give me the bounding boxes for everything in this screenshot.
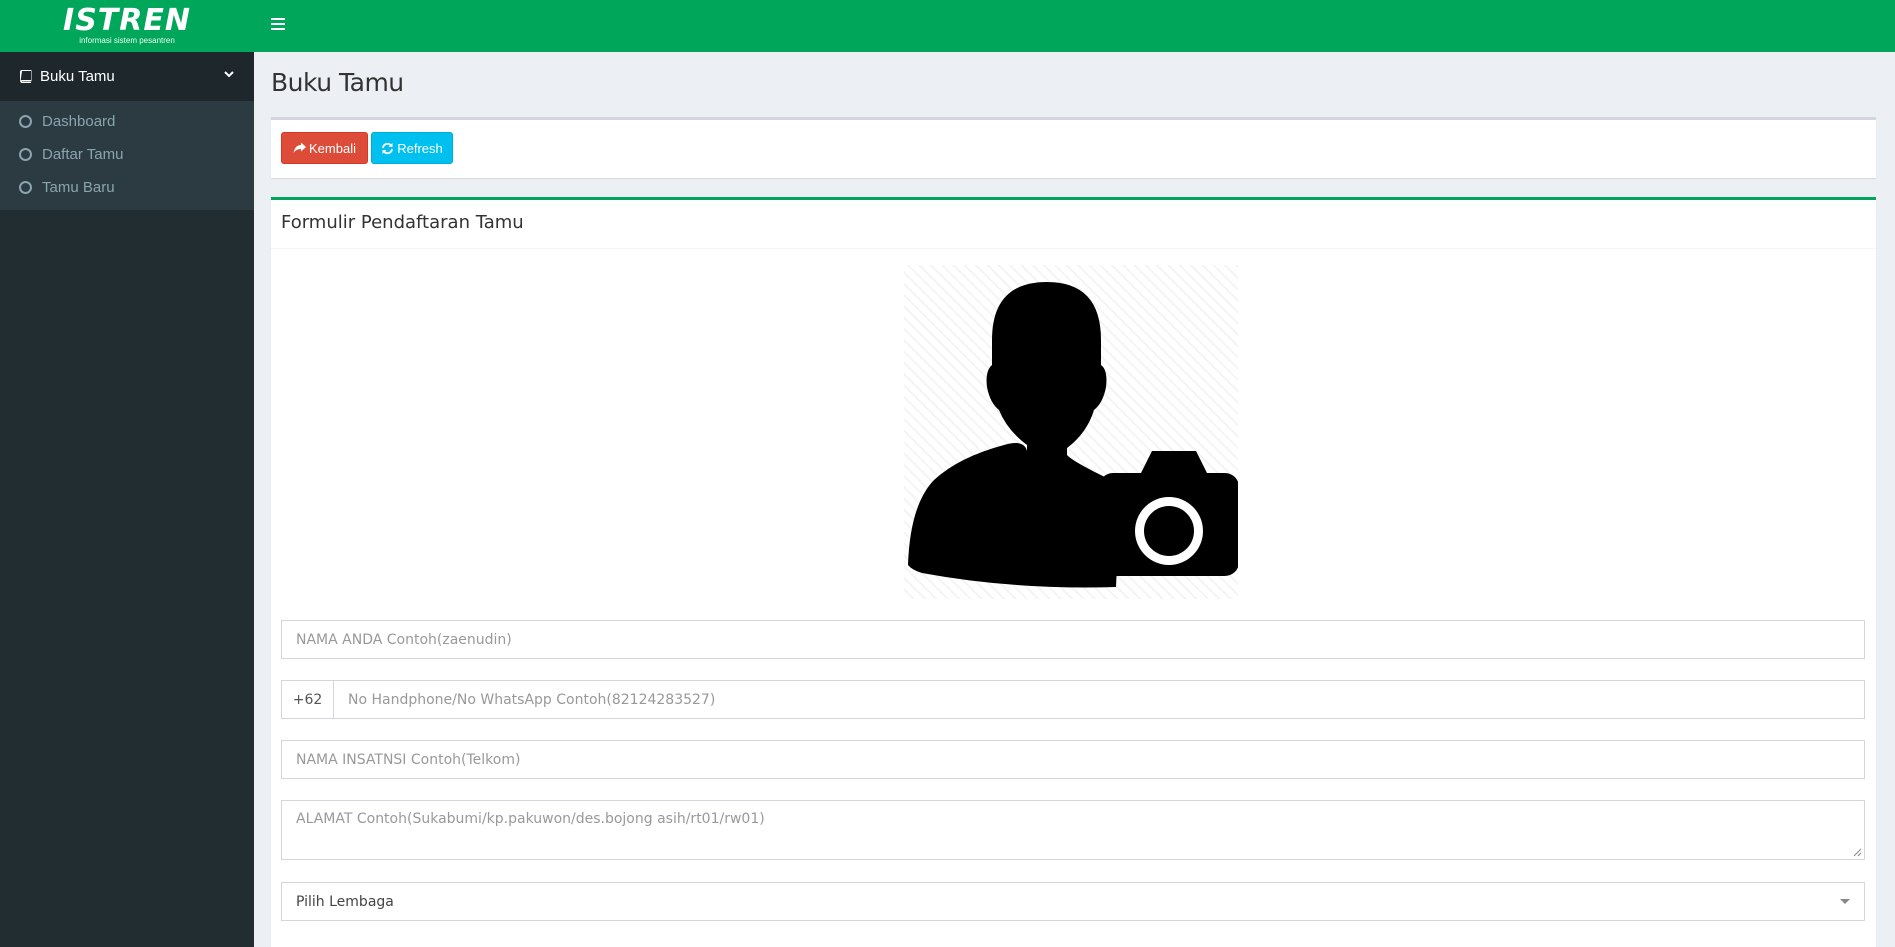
- phone-prefix: +62: [282, 681, 334, 718]
- share-icon: [293, 142, 307, 153]
- institution-field[interactable]: [281, 740, 1865, 779]
- page-title: Buku Tamu: [271, 68, 404, 97]
- name-field[interactable]: [281, 620, 1865, 659]
- form-title: Formulir Pendaftaran Tamu: [281, 212, 524, 233]
- sidebar: ISTREN informasi sistem pesantren Buku T…: [0, 0, 254, 947]
- brand-title: ISTREN: [63, 3, 191, 38]
- sidebar-item-label: Daftar Tamu: [42, 146, 124, 163]
- brand-subtitle: informasi sistem pesantren: [79, 36, 175, 45]
- book-icon: [20, 69, 32, 83]
- back-button-label: Kembali: [309, 140, 356, 156]
- sidebar-item-tamu-baru[interactable]: Tamu Baru: [0, 171, 254, 204]
- caret-down-icon: [1840, 899, 1850, 904]
- toolbar-box: Kembali Refresh: [271, 117, 1876, 178]
- sidebar-menu-label: Buku Tamu: [40, 68, 115, 85]
- guest-form-box: Formulir Pendaftaran Tamu +62: [271, 197, 1876, 947]
- address-textarea[interactable]: [282, 801, 1864, 859]
- user-camera-icon: [908, 282, 1238, 588]
- refresh-button[interactable]: Refresh: [371, 132, 453, 164]
- photo-capture[interactable]: [904, 265, 1238, 599]
- lembaga-select-value: Pilih Lembaga: [296, 893, 394, 910]
- sidebar-item-label: Dashboard: [42, 113, 116, 130]
- refresh-icon: [382, 142, 394, 154]
- lembaga-select[interactable]: Pilih Lembaga: [281, 882, 1865, 921]
- sidebar-toggle-icon[interactable]: [271, 18, 285, 30]
- chevron-down-icon: [224, 71, 234, 78]
- brand-logo[interactable]: ISTREN informasi sistem pesantren: [0, 0, 254, 52]
- circle-icon: [19, 181, 32, 194]
- phone-field[interactable]: +62: [281, 680, 1865, 719]
- circle-icon: [19, 115, 32, 128]
- sidebar-menu-buku-tamu[interactable]: Buku Tamu: [0, 52, 254, 101]
- sidebar-item-daftar-tamu[interactable]: Daftar Tamu: [0, 138, 254, 171]
- phone-input[interactable]: [334, 681, 1864, 718]
- sidebar-item-dashboard[interactable]: Dashboard: [0, 105, 254, 138]
- refresh-button-label: Refresh: [397, 140, 443, 156]
- resize-handle-icon[interactable]: [1852, 847, 1862, 857]
- institution-input[interactable]: [282, 741, 1864, 778]
- address-field[interactable]: [281, 800, 1865, 860]
- form-divider: [271, 248, 1876, 249]
- name-input[interactable]: [282, 621, 1864, 658]
- sidebar-submenu: Dashboard Daftar Tamu Tamu Baru: [0, 101, 254, 210]
- circle-icon: [19, 148, 32, 161]
- sidebar-item-label: Tamu Baru: [42, 179, 115, 196]
- main-content: Buku Tamu Kembali Refresh Formulir Penda…: [254, 52, 1895, 947]
- back-button[interactable]: Kembali: [281, 132, 368, 164]
- top-navbar: [254, 0, 1895, 52]
